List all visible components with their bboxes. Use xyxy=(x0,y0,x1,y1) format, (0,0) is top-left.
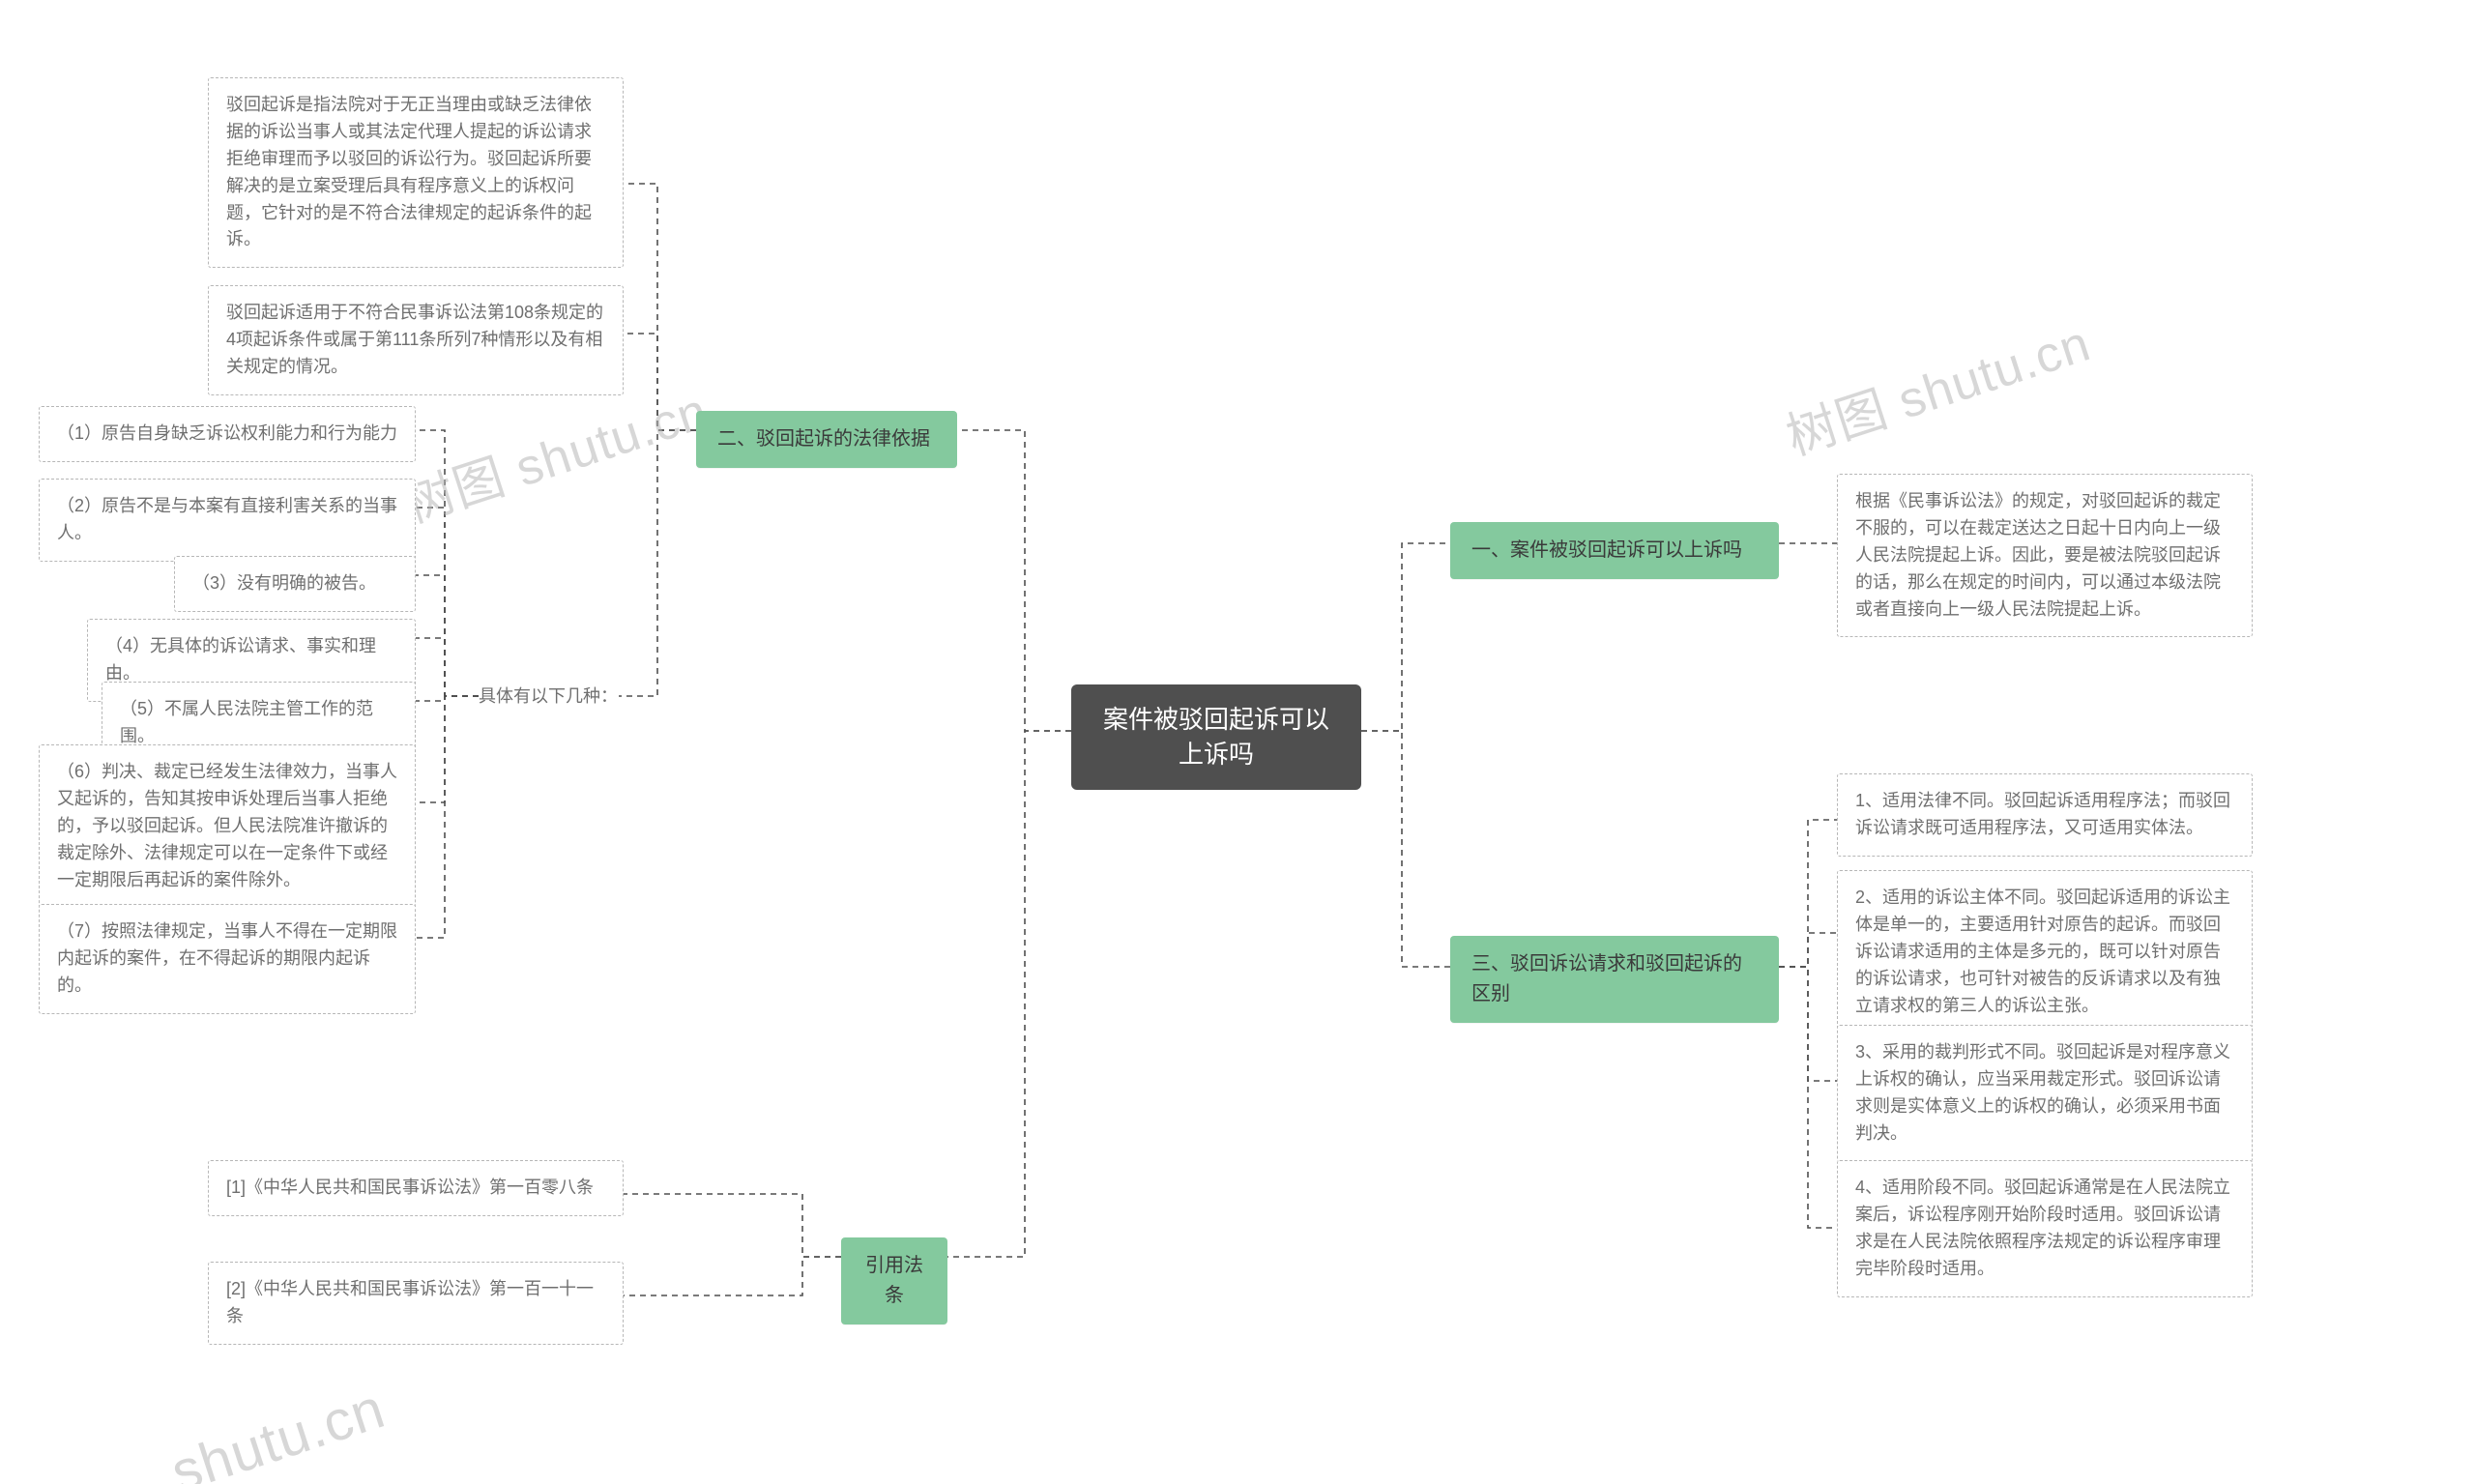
section-3-item-2: 2、适用的诉讼主体不同。驳回起诉适用的诉讼主体是单一的，主要适用针对原告的起诉。… xyxy=(1837,870,2253,1033)
mindmap-root[interactable]: 案件被驳回起诉可以上诉吗 xyxy=(1071,684,1361,790)
section-2-sub-title: 具体有以下几种： xyxy=(479,684,618,711)
references-title[interactable]: 引用法条 xyxy=(841,1237,947,1324)
sub-item-7: （7）按照法律规定，当事人不得在一定期限内起诉的案件，在不得起诉的期限内起诉的。 xyxy=(39,904,416,1014)
section-1-leaf: 根据《民事诉讼法》的规定，对驳回起诉的裁定不服的，可以在裁定送达之日起十日内向上… xyxy=(1837,474,2253,637)
section-1-title[interactable]: 一、案件被驳回起诉可以上诉吗 xyxy=(1450,522,1779,579)
sub-item-6: （6）判决、裁定已经发生法律效力，当事人又起诉的，告知其按申诉处理后当事人拒绝的… xyxy=(39,744,416,908)
sub-item-1: （1）原告自身缺乏诉讼权利能力和行为能力 xyxy=(39,406,416,462)
section-2-label: 二、驳回起诉的法律依据 xyxy=(717,428,930,450)
section-2-intro-1: 驳回起诉是指法院对于无正当理由或缺乏法律依据的诉讼当事人或其法定代理人提起的诉讼… xyxy=(208,77,624,268)
reference-2: [2]《中华人民共和国民事诉讼法》第一百一十一条 xyxy=(208,1262,624,1345)
section-2-intro-2: 驳回起诉适用于不符合民事诉讼法第108条规定的4项起诉条件或属于第111条所列7… xyxy=(208,285,624,395)
section-1-label: 一、案件被驳回起诉可以上诉吗 xyxy=(1471,539,1742,561)
watermark: 树图 shutu.cn xyxy=(1776,300,2108,469)
section-3-title[interactable]: 三、驳回诉讼请求和驳回起诉的区别 xyxy=(1450,936,1779,1023)
references-label: 引用法条 xyxy=(865,1255,923,1306)
section-3-item-3: 3、采用的裁判形式不同。驳回起诉是对程序意义上诉权的确认，应当采用裁定形式。驳回… xyxy=(1837,1025,2253,1162)
sub-item-2: （2）原告不是与本案有直接利害关系的当事人。 xyxy=(39,479,416,562)
section-3-item-1: 1、适用法律不同。驳回起诉适用程序法；而驳回诉讼请求既可适用程序法，又可适用实体… xyxy=(1837,773,2253,857)
reference-1: [1]《中华人民共和国民事诉讼法》第一百零八条 xyxy=(208,1160,624,1216)
section-2-title[interactable]: 二、驳回起诉的法律依据 xyxy=(696,411,957,468)
root-label: 案件被驳回起诉可以上诉吗 xyxy=(1103,705,1329,769)
section-3-item-4: 4、适用阶段不同。驳回起诉通常是在人民法院立案后，诉讼程序刚开始阶段时适用。驳回… xyxy=(1837,1160,2253,1297)
section-3-label: 三、驳回诉讼请求和驳回起诉的区别 xyxy=(1471,953,1742,1004)
watermark: shutu.cn xyxy=(163,1376,393,1484)
sub-item-3: （3）没有明确的被告。 xyxy=(174,556,416,612)
